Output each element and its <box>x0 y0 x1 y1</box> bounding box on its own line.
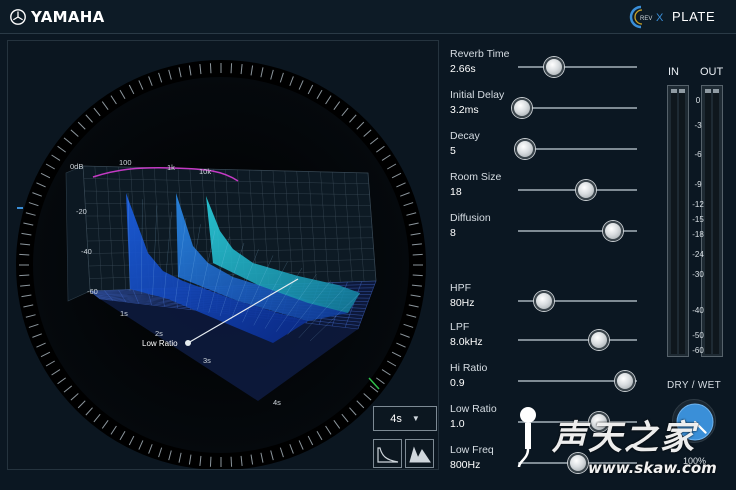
diffusion-value[interactable]: 8 <box>450 227 456 239</box>
reverb-time-label: Reverb Time <box>450 48 510 60</box>
lpf-value[interactable]: 8.0kHz <box>450 336 483 348</box>
time-range-select[interactable]: 4s ▼ <box>373 406 437 431</box>
db-label: -40 <box>81 247 92 256</box>
meter-scale-label: -40 <box>692 306 704 315</box>
low-ratio-label: Low Ratio <box>450 403 497 415</box>
decay-label: Decay <box>450 130 480 142</box>
microphone-icon <box>517 407 536 468</box>
caret-down-icon: ▼ <box>411 414 420 423</box>
meter-scale-label: -30 <box>692 270 704 279</box>
diffusion-label: Diffusion <box>450 212 491 224</box>
initial-delay-slider[interactable] <box>518 107 637 109</box>
meter-scale-label: -60 <box>692 346 704 355</box>
reverb-display: 0dB 100 1k 10k -20 -40 -60 1s 2s 3s 4s L… <box>7 40 439 470</box>
freq-label: 0dB <box>70 162 83 171</box>
db-label: -20 <box>76 207 87 216</box>
freq-label: 1k <box>167 163 175 172</box>
preset-name: PLATE <box>672 9 716 24</box>
watermark-text: 声天之家 <box>552 418 696 458</box>
hpf-label: HPF <box>450 282 471 294</box>
meter-scale-label: -3 <box>694 121 702 130</box>
watermark-url: www.skaw.com <box>588 459 717 477</box>
lpf-slider[interactable] <box>518 339 637 341</box>
time-range-value: 4s <box>390 412 402 425</box>
decay-slider-knob[interactable] <box>515 139 536 159</box>
view-3d-button[interactable] <box>405 439 434 468</box>
view-2d-button[interactable] <box>373 439 402 468</box>
out-meter-left-peak <box>705 89 711 93</box>
time-label: 3s <box>203 356 211 365</box>
brand-name: YAMAHA <box>31 8 105 26</box>
low-ratio-handle[interactable] <box>185 340 191 346</box>
meter-scale-label: -12 <box>692 200 704 209</box>
hi-ratio-slider-knob[interactable] <box>615 371 636 391</box>
meter-scale-label: 0 <box>695 96 701 105</box>
time-label: 2s <box>155 329 163 338</box>
header-bar: YAMAHA REV X PLATE <box>0 0 736 34</box>
low-ratio-handle-label: Low Ratio <box>142 339 178 348</box>
low-freq-value[interactable]: 800Hz <box>450 459 480 471</box>
rev-logo-suffix: X <box>656 12 664 24</box>
decay-curve-icon <box>377 447 399 463</box>
diffusion-slider-knob[interactable] <box>603 221 624 241</box>
meter-scale-label: -18 <box>692 230 704 239</box>
lpf-label: LPF <box>450 321 470 333</box>
meter-scale-label: -15 <box>692 215 704 224</box>
lpf-slider-knob[interactable] <box>588 330 609 350</box>
meter-scale-label: -24 <box>692 250 704 259</box>
hi-ratio-label: Hi Ratio <box>450 362 488 374</box>
rev-logo-text: REV <box>640 16 652 22</box>
dial-marker-blue <box>17 207 23 209</box>
initial-delay-label: Initial Delay <box>450 89 505 101</box>
in-meter-label: IN <box>668 66 679 78</box>
dry-wet-label: DRY / WET <box>667 380 722 391</box>
room-size-value[interactable]: 18 <box>450 186 462 198</box>
meter-scale-label: -50 <box>692 331 704 340</box>
reverb-time-slider[interactable] <box>518 66 637 68</box>
meter-scale-label: -6 <box>694 150 702 159</box>
initial-delay-slider-knob[interactable] <box>511 98 532 118</box>
low-freq-label: Low Freq <box>450 444 494 456</box>
hi-ratio-value[interactable]: 0.9 <box>450 377 465 389</box>
in-meter-right-peak <box>679 89 685 93</box>
rev-x-logo: REV X <box>628 4 668 35</box>
brand-logo: YAMAHA <box>10 8 105 26</box>
rev-x-logo-icon: REV X <box>629 5 664 29</box>
freq-label: 10k <box>199 167 211 176</box>
out-meter-label: OUT <box>700 66 724 78</box>
freq-label: 100 <box>119 158 132 167</box>
reverb-time-slider-knob[interactable] <box>543 57 564 77</box>
time-label: 1s <box>120 309 128 318</box>
db-label: -60 <box>87 287 98 296</box>
low-ratio-value[interactable]: 1.0 <box>450 418 465 430</box>
hpf-value[interactable]: 80Hz <box>450 297 475 309</box>
in-meter-left-peak <box>671 89 677 93</box>
in-meter-left-bar <box>671 89 677 354</box>
time-label: 4s <box>273 398 281 407</box>
out-meter-right-peak <box>713 89 719 93</box>
hpf-slider-knob[interactable] <box>534 291 555 311</box>
tuning-fork-logo-icon <box>10 9 26 25</box>
meter-scale-label: -9 <box>694 180 702 189</box>
room-size-slider-knob[interactable] <box>575 180 596 200</box>
decay-slider[interactable] <box>518 148 637 150</box>
decay-value[interactable]: 5 <box>450 145 456 157</box>
reverb-time-value[interactable]: 2.66s <box>450 63 476 75</box>
decay-3d-icon <box>409 446 431 463</box>
initial-delay-value[interactable]: 3.2ms <box>450 104 479 116</box>
room-size-label: Room Size <box>450 171 502 183</box>
